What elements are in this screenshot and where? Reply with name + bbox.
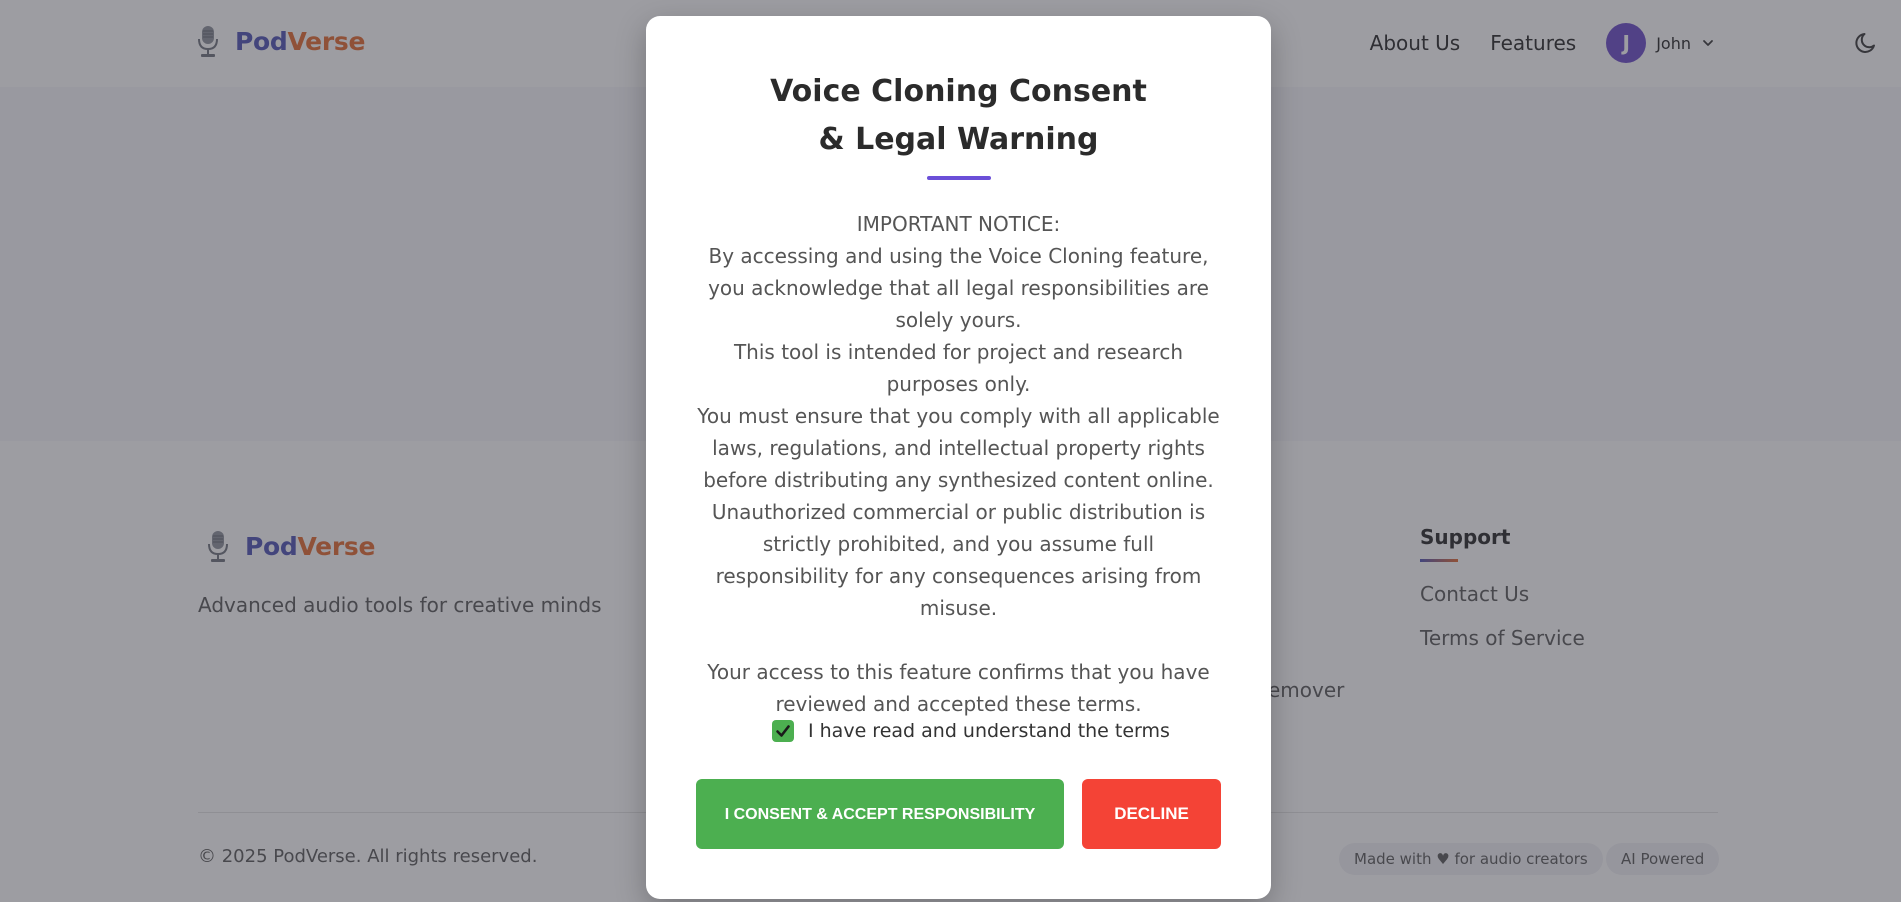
consent-checkbox-row[interactable]: I have read and understand the terms [772,720,1170,742]
notice-paragraph: By accessing and using the Voice Cloning… [708,244,1209,332]
modal-title-line2: & Legal Warning [818,122,1099,157]
modal-title-line1: Voice Cloning Consent [770,74,1147,109]
modal-body: IMPORTANT NOTICE: By accessing and using… [696,208,1221,720]
consent-accept-button[interactable]: I Consent & Accept Responsibility [696,779,1064,849]
decline-button[interactable]: Decline [1082,779,1221,849]
modal-title: Voice Cloning Consent & Legal Warning [646,68,1271,164]
consent-checkbox-label[interactable]: I have read and understand the terms [808,720,1170,742]
notice-heading: IMPORTANT NOTICE: [856,212,1061,236]
checkmark-icon [776,725,790,737]
notice-paragraph: Unauthorized commercial or public distri… [711,500,1206,620]
confirmation-text: Your access to this feature confirms tha… [707,660,1210,716]
notice-paragraph: This tool is intended for project and re… [733,340,1184,396]
consent-checkbox[interactable] [772,720,794,742]
consent-modal: Voice Cloning Consent & Legal Warning IM… [646,16,1271,899]
notice-paragraph: You must ensure that you comply with all… [697,404,1220,492]
title-underline [926,176,991,180]
